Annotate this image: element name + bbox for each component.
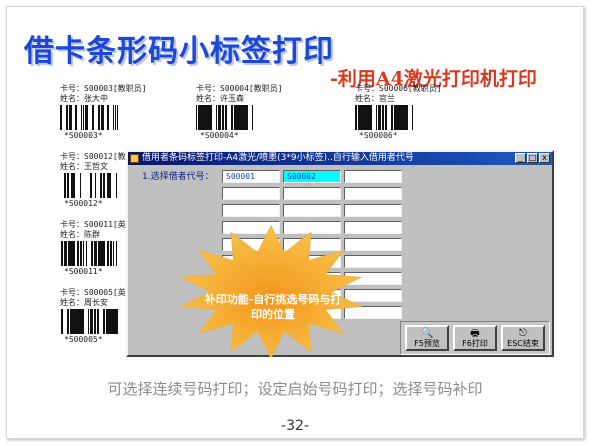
page-number: -32-: [281, 418, 309, 434]
borrower-code-input[interactable]: S00002: [283, 170, 341, 183]
barcode-image: [64, 173, 117, 198]
borrower-code-label: 1.选择借者代号：: [142, 172, 214, 182]
holder-name: 姓名：许玉森: [196, 94, 244, 103]
borrower-code-input[interactable]: [344, 204, 402, 217]
barcode-label: 卡号：S00006[教职员] 姓名：官兰 *S00006*: [355, 84, 442, 141]
printer-icon: 🖶: [470, 328, 480, 339]
app-icon: [130, 154, 139, 163]
dialog-title: 借用者条码标签打印-A4激光/喷墨(3*9小标签)..自行输入借用者代号: [142, 153, 414, 163]
card-number: 卡号：S00003[教职员]: [60, 84, 147, 93]
borrower-code-input[interactable]: [283, 187, 341, 200]
exit-label: ESC结束: [507, 339, 539, 348]
barcode-code: *S00004*: [200, 131, 239, 140]
preview-icon: 🔍: [421, 328, 434, 339]
barcode-image: [196, 105, 253, 130]
barcode-code: *S00003*: [64, 131, 103, 140]
action-button-group: 🔍 F5预览 🖶 F6打印 ⎋ ESC结束: [400, 321, 550, 355]
maximize-button[interactable]: □: [527, 153, 538, 163]
holder-name: 姓名：官兰: [355, 94, 395, 103]
close-button[interactable]: x: [539, 153, 550, 163]
card-number: 卡号：S00004[教职员]: [196, 84, 283, 93]
bottom-note: 可选择连续号码打印；设定启始号码打印；选择号码补印: [107, 380, 483, 398]
dialog-titlebar[interactable]: 借用者条码标签打印-A4激光/喷墨(3*9小标签)..自行输入借用者代号 _ □…: [128, 152, 552, 165]
exit-button[interactable]: ⎋ ESC结束: [501, 325, 545, 351]
print-button[interactable]: 🖶 F6打印: [453, 325, 497, 351]
exit-icon: ⎋: [519, 328, 527, 339]
borrower-code-input[interactable]: [222, 204, 280, 217]
barcode-image: [61, 309, 118, 334]
print-label: F6打印: [462, 339, 488, 348]
barcode-label: 卡号：S00003[教职员] 姓名：张大中 *S00003*: [60, 84, 147, 141]
card-number: 卡号：S00006[教职员]: [355, 84, 442, 93]
holder-name: 姓名：张大中: [60, 94, 108, 103]
borrower-code-input[interactable]: [344, 187, 402, 200]
preview-label: F5预览: [414, 339, 440, 348]
preview-button[interactable]: 🔍 F5预览: [405, 325, 449, 351]
borrower-code-input[interactable]: [222, 187, 280, 200]
borrower-code-input[interactable]: [283, 204, 341, 217]
callout-starburst: [179, 224, 363, 357]
minimize-button[interactable]: _: [515, 153, 526, 163]
barcode-image: [61, 241, 117, 266]
barcode-image: [60, 105, 118, 130]
barcode-label: 卡号：S00004[教职员] 姓名：许玉森 *S00004*: [196, 84, 283, 141]
window-controls: _ □ x: [515, 153, 550, 163]
barcode-image: [355, 105, 413, 130]
slide-title: 借卡条形码小标签打印: [24, 34, 334, 69]
barcode-code: *S00006*: [359, 131, 398, 140]
borrower-code-input[interactable]: [344, 170, 402, 183]
borrower-code-input[interactable]: S00001: [222, 170, 280, 183]
callout-text: 补印功能-自行挑选号码与打印的位置: [204, 293, 342, 321]
